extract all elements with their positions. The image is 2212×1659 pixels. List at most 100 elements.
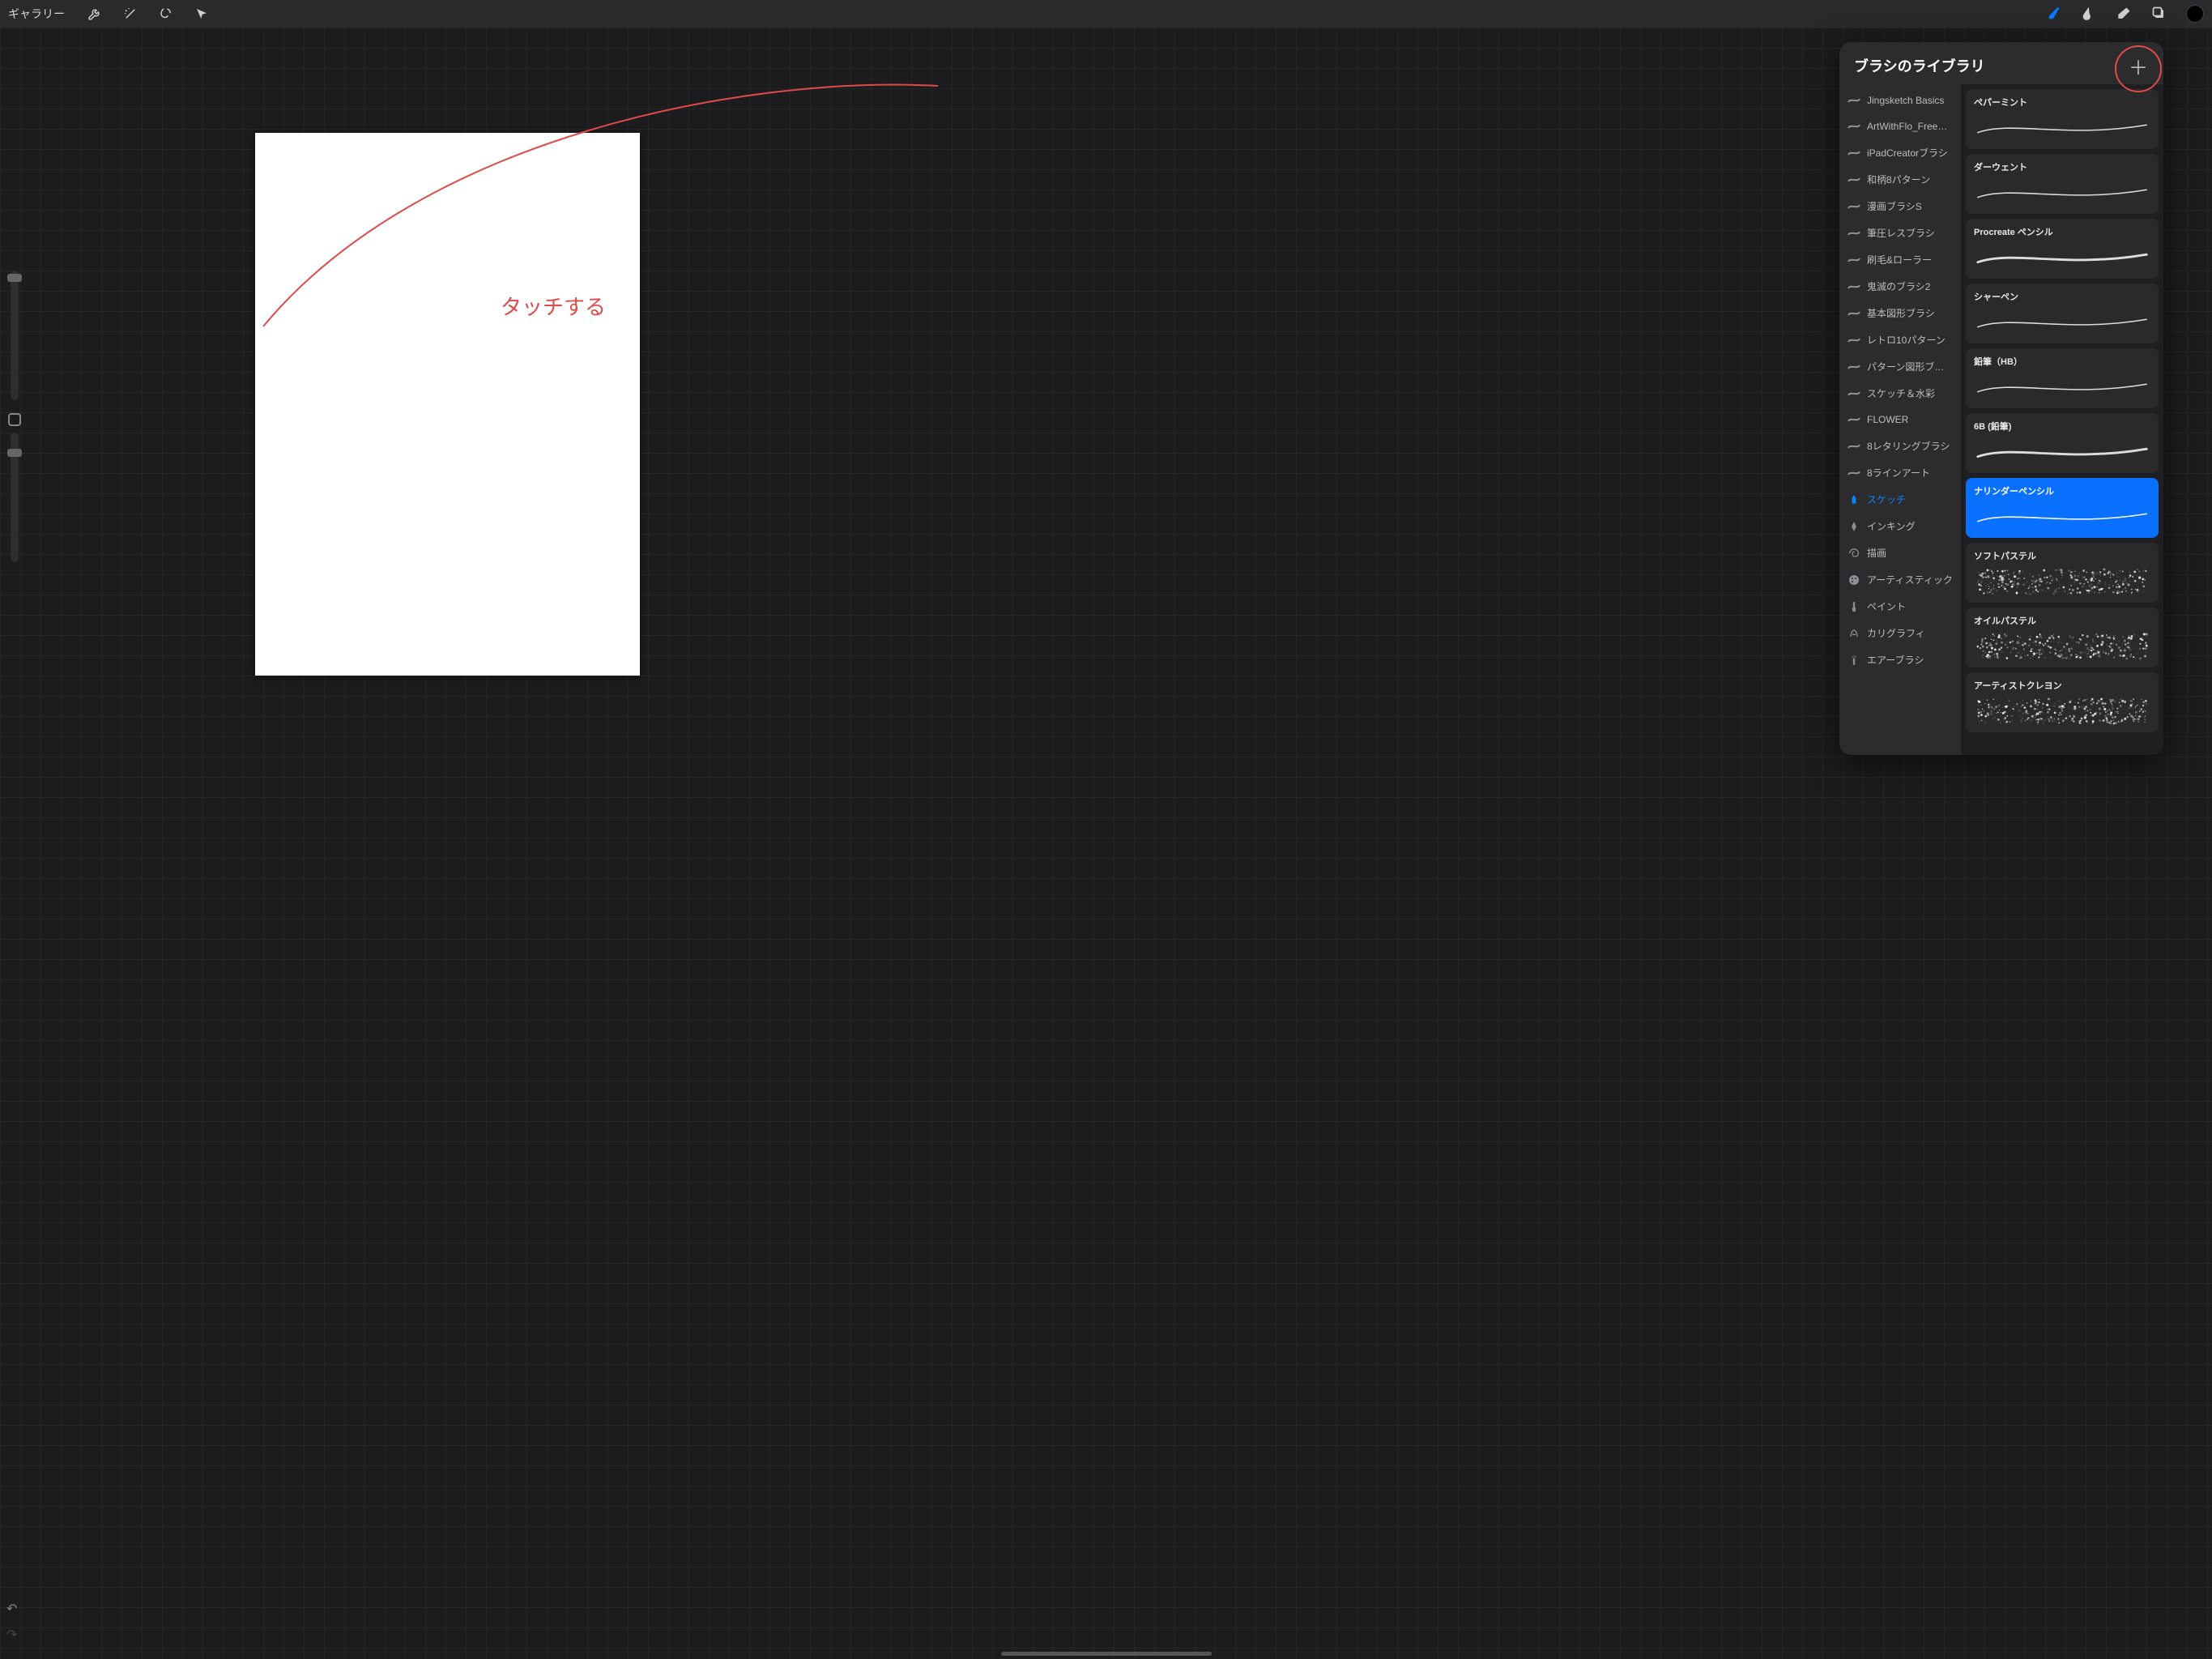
brush-set-label: エアーブラシ xyxy=(1867,653,1924,667)
color-swatch[interactable] xyxy=(2186,5,2204,23)
brush-item[interactable]: シャーペン xyxy=(1966,284,2159,343)
stroke-icon xyxy=(1848,360,1860,373)
wand-icon[interactable] xyxy=(121,5,139,23)
add-brush-button[interactable]: ＋ xyxy=(2128,55,2149,76)
top-toolbar: ギャラリー xyxy=(0,0,2212,28)
brush-opacity-slider[interactable] xyxy=(11,433,19,562)
brush-set-item[interactable]: パターン図形ブラシ xyxy=(1839,353,1961,380)
brush-set-list[interactable]: Jingsketch Basics ArtWithFlo_FreePalm...i… xyxy=(1839,84,1961,755)
stroke-icon xyxy=(1848,200,1860,213)
brush-set-item[interactable]: ArtWithFlo_FreePalm... xyxy=(1839,113,1961,139)
brush-item[interactable]: ペパーミント xyxy=(1966,89,2159,149)
smudge-icon[interactable] xyxy=(2079,5,2097,23)
brush-library-panel: ブラシのライブラリ ＋ Jingsketch Basics ArtWithFlo_… xyxy=(1839,42,2163,755)
wrench-icon[interactable] xyxy=(86,5,104,23)
brush-set-label: iPadCreatorブラシ xyxy=(1867,146,1948,160)
home-indicator xyxy=(1001,1652,1212,1656)
brush-set-item[interactable]: Jingsketch Basics xyxy=(1839,87,1961,113)
brush-set-label: パターン図形ブラシ xyxy=(1867,360,1953,373)
brush-set-item[interactable]: 8レタリングブラシ xyxy=(1839,433,1961,459)
brush-set-label: ArtWithFlo_FreePalm... xyxy=(1867,121,1953,132)
brush-set-item[interactable]: レトロ10パターン xyxy=(1839,326,1961,353)
calligraphy-icon xyxy=(1848,627,1860,640)
brush-item[interactable]: 6B (鉛筆) xyxy=(1966,413,2159,473)
brush-set-item[interactable]: スケッチ＆水彩 xyxy=(1839,380,1961,407)
brush-stroke-preview xyxy=(1974,177,2150,209)
brush-set-label: スケッチ＆水彩 xyxy=(1867,386,1935,400)
brush-set-item[interactable]: 刷毛&ローラー xyxy=(1839,246,1961,273)
brush-set-item[interactable]: FLOWER xyxy=(1839,407,1961,433)
nib-icon xyxy=(1848,520,1860,533)
stroke-icon xyxy=(1848,334,1860,347)
brush-set-item[interactable]: エアーブラシ xyxy=(1839,646,1961,673)
brush-stroke-preview xyxy=(1974,630,2150,663)
stroke-icon xyxy=(1848,413,1860,426)
brush-name: アーティストクレヨン xyxy=(1974,679,2150,692)
brush-icon xyxy=(1848,600,1860,613)
brush-set-label: レトロ10パターン xyxy=(1867,333,1946,347)
brush-item[interactable]: ナリンダーペンシル xyxy=(1966,478,2159,538)
brush-set-item[interactable]: iPadCreatorブラシ xyxy=(1839,139,1961,166)
brush-set-label: FLOWER xyxy=(1867,414,1908,425)
brush-set-item[interactable]: カリグラフィ xyxy=(1839,620,1961,646)
brush-set-item[interactable]: 基本図形ブラシ xyxy=(1839,300,1961,326)
stroke-icon xyxy=(1848,280,1860,293)
stroke-icon xyxy=(1848,120,1860,133)
brush-set-item[interactable]: スケッチ xyxy=(1839,486,1961,513)
brush-set-label: アーティスティック xyxy=(1867,573,1953,586)
layers-icon[interactable] xyxy=(2150,5,2168,23)
brush-set-item[interactable]: 8ラインアート xyxy=(1839,459,1961,486)
brush-set-item[interactable]: 漫画ブラシS xyxy=(1839,193,1961,220)
stroke-icon xyxy=(1848,387,1860,400)
stroke-icon xyxy=(1848,173,1860,186)
brush-set-item[interactable]: 描画 xyxy=(1839,539,1961,566)
selection-icon[interactable] xyxy=(157,5,175,23)
brush-item[interactable]: Procreate ペンシル xyxy=(1966,219,2159,279)
brush-set-item[interactable]: 和柄8パターン xyxy=(1839,166,1961,193)
brush-set-label: 8ラインアート xyxy=(1867,466,1930,480)
brush-list[interactable]: ペパーミントダーウェント Procreate ペンシルシャーペン鉛筆（HB）6B … xyxy=(1961,84,2163,755)
brush-set-label: 基本図形ブラシ xyxy=(1867,306,1935,320)
eraser-icon[interactable] xyxy=(2115,5,2133,23)
brush-library-title: ブラシのライブラリ xyxy=(1854,55,1985,76)
brush-set-label: ペイント xyxy=(1867,599,1906,613)
brush-set-label: 描画 xyxy=(1867,546,1886,560)
redo-button[interactable]: ↷ xyxy=(6,1627,17,1643)
brush-set-label: 漫画ブラシS xyxy=(1867,199,1922,213)
canvas[interactable] xyxy=(255,133,640,676)
stroke-icon xyxy=(1848,94,1860,107)
brush-stroke-preview xyxy=(1974,695,2150,727)
stroke-icon xyxy=(1848,307,1860,320)
undo-button[interactable]: ↶ xyxy=(6,1601,17,1617)
brush-set-item[interactable]: 鬼滅のブラシ2 xyxy=(1839,273,1961,300)
brush-name: Procreate ペンシル xyxy=(1974,225,2150,238)
brush-set-item[interactable]: ペイント xyxy=(1839,593,1961,620)
brush-item[interactable]: ダーウェント xyxy=(1966,154,2159,214)
brush-name: ダーウェント xyxy=(1974,160,2150,173)
gallery-button[interactable]: ギャラリー xyxy=(8,6,65,22)
brush-stroke-preview xyxy=(1974,436,2150,468)
brush-item[interactable]: ソフトパステル xyxy=(1966,543,2159,603)
modifier-button[interactable] xyxy=(8,413,21,426)
swirl-icon xyxy=(1848,547,1860,560)
brush-set-item[interactable]: 筆圧レスブラシ xyxy=(1839,220,1961,246)
brush-item[interactable]: 鉛筆（HB） xyxy=(1966,348,2159,408)
brush-icon[interactable] xyxy=(2044,5,2061,23)
brush-item[interactable]: アーティストクレヨン xyxy=(1966,672,2159,732)
brush-name: ナリンダーペンシル xyxy=(1974,484,2150,497)
side-sliders xyxy=(5,271,24,569)
brush-set-item[interactable]: インキング xyxy=(1839,513,1961,539)
brush-stroke-preview xyxy=(1974,371,2150,403)
brush-set-label: スケッチ xyxy=(1867,493,1906,506)
stroke-icon xyxy=(1848,440,1860,453)
brush-set-label: 和柄8パターン xyxy=(1867,173,1930,186)
brush-stroke-preview xyxy=(1974,112,2150,144)
brush-set-item[interactable]: アーティスティック xyxy=(1839,566,1961,593)
brush-name: ペパーミント xyxy=(1974,96,2150,109)
brush-set-label: 筆圧レスブラシ xyxy=(1867,226,1935,240)
brush-set-label: 鬼滅のブラシ2 xyxy=(1867,279,1930,293)
cursor-icon[interactable] xyxy=(193,5,211,23)
pencil-icon xyxy=(1848,493,1860,506)
brush-size-slider[interactable] xyxy=(11,271,19,400)
brush-item[interactable]: オイルパステル xyxy=(1966,608,2159,667)
